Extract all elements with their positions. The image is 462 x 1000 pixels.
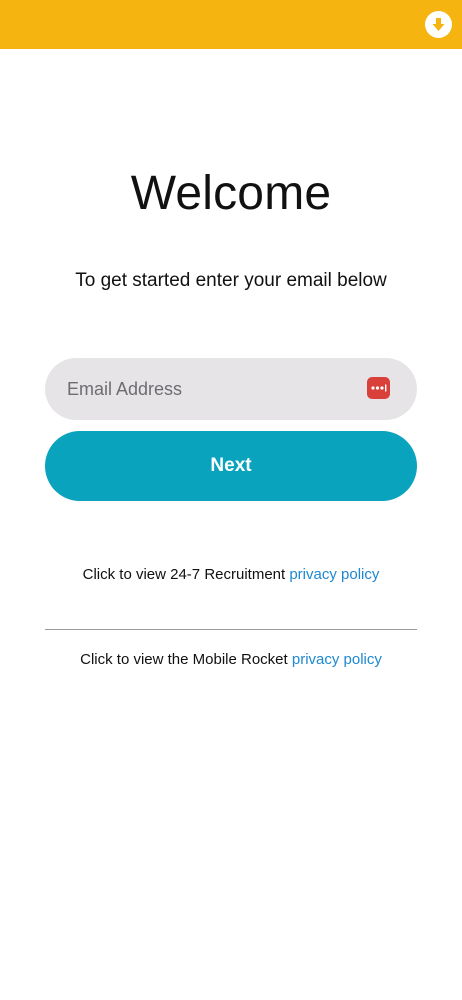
next-button[interactable]: Next xyxy=(45,431,417,501)
download-button[interactable] xyxy=(425,11,452,38)
mobile-rocket-privacy-prefix: Click to view the Mobile Rocket xyxy=(80,651,292,668)
page-subtitle: To get started enter your email below xyxy=(75,270,387,291)
download-arrow-icon xyxy=(432,18,445,31)
page-title: Welcome xyxy=(130,167,332,220)
mobile-rocket-privacy-link[interactable]: privacy policy xyxy=(292,651,382,668)
recruitment-privacy-text: Click to view 24-7 Recruitment privacy p… xyxy=(0,565,462,585)
recruitment-privacy-prefix: Click to view 24-7 Recruitment xyxy=(82,566,290,583)
recruitment-privacy-link[interactable]: privacy policy xyxy=(289,566,379,583)
password-manager-icon[interactable] xyxy=(367,377,390,399)
email-field-container xyxy=(45,358,417,420)
mobile-rocket-privacy-text: Click to view the Mobile Rocket privacy … xyxy=(0,650,462,670)
email-input[interactable] xyxy=(45,358,417,420)
top-bar xyxy=(0,0,462,49)
divider xyxy=(45,629,417,630)
